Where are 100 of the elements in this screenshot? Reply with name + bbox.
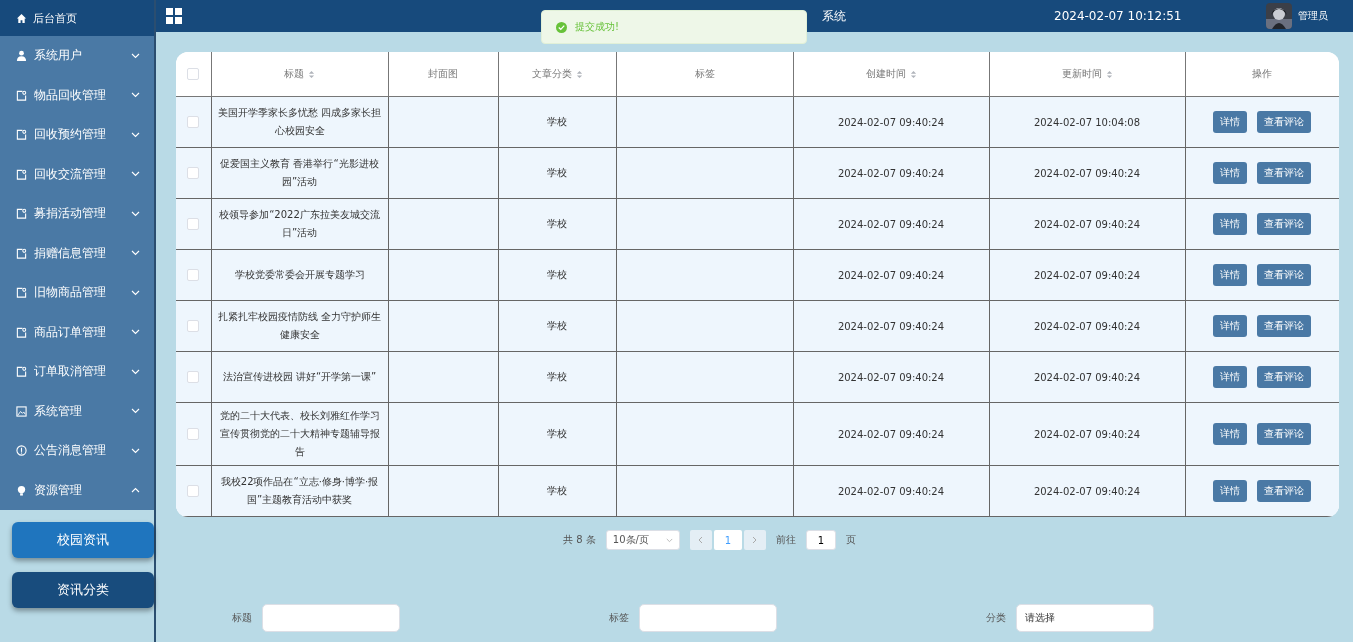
action-button[interactable]: 详情: [1213, 480, 1248, 502]
sidebar-item[interactable]: 订单取消管理: [0, 352, 154, 392]
table-cell: 2024-02-07 09:40:24: [1033, 428, 1141, 440]
action-button[interactable]: 详情: [1213, 111, 1248, 133]
column-header: 文章分类: [531, 67, 572, 81]
row-checkbox[interactable]: [187, 371, 200, 383]
user-name[interactable]: 管理员: [1298, 9, 1329, 23]
sidebar-subitem[interactable]: 资讯分类: [12, 572, 154, 608]
chevron-icon: [131, 408, 140, 415]
sort-icon[interactable]: [1105, 69, 1113, 79]
chevron-icon: [131, 289, 140, 296]
chevron-icon: [131, 447, 140, 454]
sidebar-item[interactable]: 商品订单管理: [0, 312, 154, 352]
page-input[interactable]: 1: [805, 530, 836, 550]
action-button[interactable]: 查看评论: [1257, 264, 1312, 286]
next-page-button[interactable]: [743, 530, 766, 550]
prev-page-button[interactable]: [689, 530, 712, 550]
row-checkbox[interactable]: [187, 167, 200, 179]
sidebar-item[interactable]: 资源管理: [0, 470, 154, 510]
column-header: 标签: [694, 67, 715, 81]
document-icon: [16, 208, 27, 220]
menu-icon[interactable]: [166, 8, 182, 24]
chevron-icon: [131, 131, 140, 138]
table-cell-text: 学校党委常委会开展专题学习: [233, 268, 366, 282]
action-button[interactable]: 详情: [1213, 264, 1248, 286]
row-checkbox[interactable]: [187, 485, 200, 497]
action-button[interactable]: 详情: [1213, 423, 1248, 445]
document-icon: [16, 326, 27, 338]
home-label: 后台首页: [33, 10, 77, 26]
sidebar-item[interactable]: 物品回收管理: [0, 75, 154, 115]
table-cell: 学校: [547, 218, 567, 229]
select-all-checkbox[interactable]: [187, 68, 200, 80]
sidebar-item[interactable]: 捐赠信息管理: [0, 233, 154, 273]
row-checkbox[interactable]: [187, 116, 200, 128]
table-cell: 2024-02-07 09:40:24: [1033, 320, 1141, 332]
table-cell: 2024-02-07 09:40:24: [837, 116, 945, 128]
sort-icon[interactable]: [575, 69, 583, 79]
document-icon: [16, 129, 27, 141]
sidebar-item[interactable]: 回收交流管理: [0, 154, 154, 194]
page-size-select[interactable]: 10条/页: [605, 530, 680, 550]
sort-icon[interactable]: [308, 69, 315, 79]
action-button[interactable]: 查看评论: [1257, 315, 1312, 337]
table-cell: 2024-02-07 09:40:24: [837, 167, 945, 179]
toast-message: 提交成功!: [575, 20, 619, 34]
total-count: 共 8 条: [563, 533, 596, 547]
table-cell-text: 法治宣传进校园 讲好“开学第一课”: [221, 370, 378, 384]
table-cell: 2024-02-07 09:40:24: [837, 485, 945, 497]
sidebar-item[interactable]: 系统用户: [0, 36, 154, 76]
row-checkbox[interactable]: [187, 269, 200, 281]
action-button[interactable]: 查看评论: [1257, 423, 1312, 445]
sidebar-item[interactable]: 募捐活动管理: [0, 194, 154, 234]
chevron-icon: [665, 537, 673, 543]
document-icon: [16, 287, 27, 299]
filter-input[interactable]: [639, 604, 777, 632]
table-cell-text: 美国开学季家长多忧愁 四成多家长担心校园安全: [217, 106, 382, 138]
action-button[interactable]: 查看评论: [1257, 111, 1312, 133]
action-button[interactable]: 详情: [1213, 162, 1248, 184]
chevron-icon: [131, 92, 140, 99]
filter-input[interactable]: [262, 604, 400, 632]
table-cell: 2024-02-07 09:40:24: [1033, 269, 1141, 281]
table-cell: 2024-02-07 09:40:24: [1033, 167, 1141, 179]
sidebar-item[interactable]: 公告消息管理: [0, 431, 154, 471]
action-button[interactable]: 查看评论: [1257, 162, 1312, 184]
row-checkbox[interactable]: [187, 218, 200, 230]
sidebar-item[interactable]: 旧物商品管理: [0, 273, 154, 313]
sidebar-subitem[interactable]: 校园资讯: [12, 522, 154, 558]
table-cell: 学校: [547, 371, 567, 382]
sort-icon[interactable]: [909, 69, 917, 79]
table-cell-text: 校领导参加“2022广东拉美友城交流日”活动: [218, 208, 381, 240]
row-checkbox[interactable]: [187, 428, 200, 440]
sidebar-item-label: 系统用户: [34, 47, 83, 65]
row-checkbox[interactable]: [187, 320, 200, 332]
column-header: 标题: [284, 67, 304, 81]
page-suffix: 页: [845, 533, 856, 547]
chevron-icon: [131, 210, 140, 217]
sidebar-item[interactable]: 系统管理: [0, 391, 154, 431]
chevron-right-icon: [752, 536, 758, 544]
sidebar-item[interactable]: 回收预约管理: [0, 115, 154, 155]
table-cell: 学校: [547, 269, 567, 280]
clock-time: 2024-02-07 10:12:51: [1054, 9, 1182, 23]
filter-label: 标题: [232, 611, 252, 625]
action-button[interactable]: 查看评论: [1257, 480, 1312, 502]
chevron-icon: [131, 329, 140, 336]
chevron-icon: [131, 52, 140, 59]
table-cell: 学校: [547, 167, 567, 178]
action-button[interactable]: 详情: [1213, 366, 1248, 388]
table-cell: 2024-02-07 10:04:08: [1033, 116, 1141, 128]
action-button[interactable]: 查看评论: [1257, 213, 1312, 235]
chevron-icon: [131, 171, 140, 178]
action-button[interactable]: 详情: [1213, 213, 1248, 235]
sidebar-item-label: 系统管理: [34, 402, 83, 420]
category-select[interactable]: 请选择: [1016, 604, 1154, 632]
action-button[interactable]: 详情: [1213, 315, 1248, 337]
page-button[interactable]: 1: [713, 530, 742, 550]
info-icon: [16, 445, 27, 457]
table-cell: 2024-02-07 09:40:24: [837, 428, 945, 440]
table-cell: 2024-02-07 09:40:24: [837, 269, 945, 281]
document-icon: [16, 168, 27, 180]
action-button[interactable]: 查看评论: [1257, 366, 1312, 388]
sidebar-home-item[interactable]: 后台首页: [0, 0, 154, 36]
